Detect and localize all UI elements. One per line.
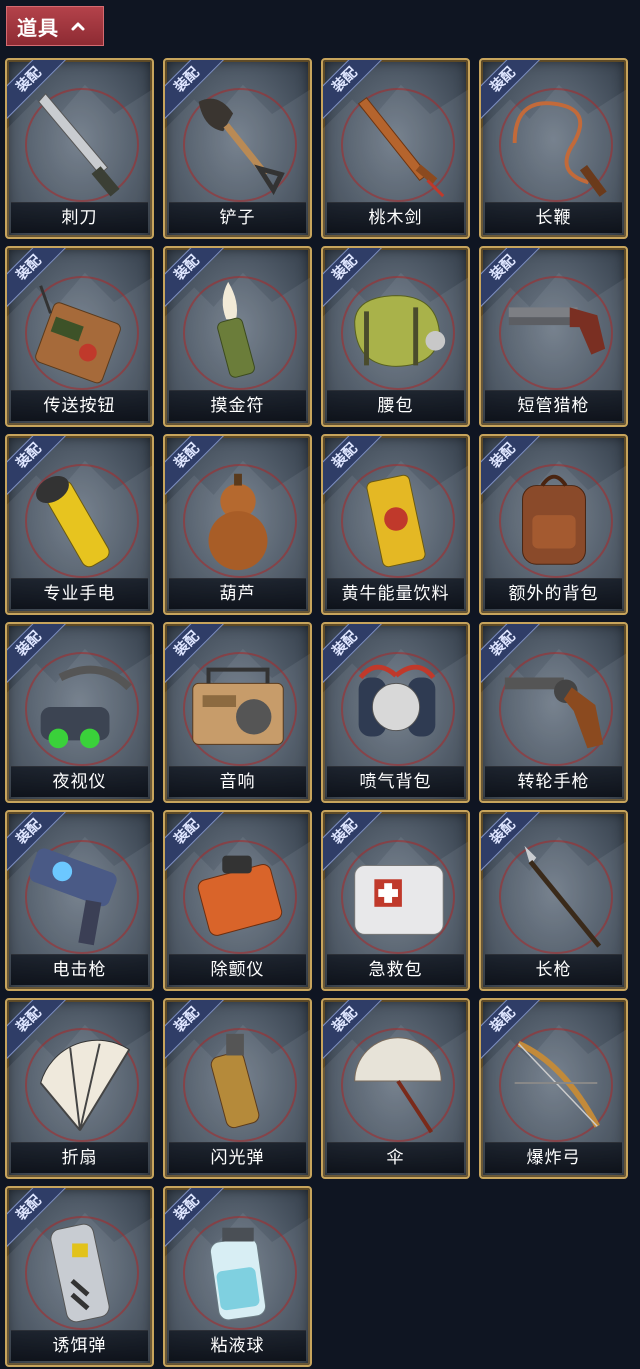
item-card[interactable]: 装配 长鞭 bbox=[479, 58, 628, 239]
item-card[interactable]: 装配 刺刀 bbox=[5, 58, 154, 239]
folding-fan-icon bbox=[39, 1039, 131, 1132]
flashlight-icon bbox=[36, 475, 110, 568]
item-card[interactable]: 装配 夜视仪 bbox=[5, 622, 154, 803]
item-card[interactable]: 装配 粘液球 bbox=[163, 1186, 312, 1367]
item-name: 专业手电 bbox=[11, 578, 148, 609]
backpack-icon bbox=[522, 474, 586, 565]
item-name: 长枪 bbox=[485, 954, 622, 985]
item-card[interactable]: 装配 专业手电 bbox=[5, 434, 154, 615]
item-name: 短管猎枪 bbox=[485, 390, 622, 421]
item-name: 夜视仪 bbox=[11, 766, 148, 797]
item-name: 爆炸弓 bbox=[485, 1142, 622, 1173]
item-card[interactable]: 装配 伞 bbox=[321, 998, 470, 1179]
item-name: 长鞭 bbox=[485, 202, 622, 233]
item-card[interactable]: 装配 额外的背包 bbox=[479, 434, 628, 615]
shock-gun-icon bbox=[29, 848, 117, 946]
wooden-sword-icon bbox=[357, 97, 445, 198]
defibrillator-icon bbox=[197, 855, 283, 936]
boombox-icon bbox=[192, 667, 284, 745]
jetpack-icon bbox=[358, 664, 436, 737]
revolver-icon bbox=[504, 677, 604, 749]
item-card[interactable]: 装配 爆炸弓 bbox=[479, 998, 628, 1179]
first-aid-kit-icon bbox=[354, 865, 444, 935]
shovel-icon bbox=[198, 98, 285, 196]
item-name: 急救包 bbox=[327, 954, 464, 985]
item-grid: 装配 刺刀 装配 铲子 装配 桃木剑 装配 长鞭 装配 传送按钮 装配 摸金符 … bbox=[5, 58, 628, 1367]
item-card[interactable]: 装配 腰包 bbox=[321, 246, 470, 427]
item-card[interactable]: 装配 闪光弹 bbox=[163, 998, 312, 1179]
item-card[interactable]: 装配 音响 bbox=[163, 622, 312, 803]
chevron-up-icon bbox=[71, 22, 85, 31]
item-name: 铲子 bbox=[169, 202, 306, 233]
item-name: 粘液球 bbox=[169, 1330, 306, 1361]
item-name: 电击枪 bbox=[11, 954, 148, 985]
item-card[interactable]: 装配 传送按钮 bbox=[5, 246, 154, 427]
items-category-tab[interactable]: 道具 bbox=[6, 6, 104, 46]
item-card[interactable]: 装配 电击枪 bbox=[5, 810, 154, 991]
item-card[interactable]: 装配 长枪 bbox=[479, 810, 628, 991]
whip-icon bbox=[512, 101, 607, 197]
item-card[interactable]: 装配 葫芦 bbox=[163, 434, 312, 615]
item-name: 桃木剑 bbox=[327, 202, 464, 233]
item-card[interactable]: 装配 黄牛能量饮料 bbox=[321, 434, 470, 615]
slime-ball-icon bbox=[209, 1227, 267, 1321]
item-name: 转轮手枪 bbox=[485, 766, 622, 797]
item-name: 摸金符 bbox=[169, 390, 306, 421]
gourd-icon bbox=[208, 473, 268, 571]
talisman-icon bbox=[217, 281, 255, 378]
category-title: 道具 bbox=[17, 15, 59, 40]
item-card[interactable]: 装配 除颤仪 bbox=[163, 810, 312, 991]
item-name: 黄牛能量饮料 bbox=[327, 578, 464, 609]
teleport-button-icon bbox=[35, 285, 121, 384]
umbrella-icon bbox=[354, 1037, 442, 1134]
item-card[interactable]: 装配 诱饵弹 bbox=[5, 1186, 154, 1367]
waist-pack-icon bbox=[354, 295, 446, 367]
item-card[interactable]: 装配 铲子 bbox=[163, 58, 312, 239]
item-name: 音响 bbox=[169, 766, 306, 797]
bow-icon bbox=[514, 1040, 600, 1128]
bayonet-icon bbox=[38, 93, 120, 197]
item-card[interactable]: 装配 桃木剑 bbox=[321, 58, 470, 239]
item-name: 额外的背包 bbox=[485, 578, 622, 609]
sawed-off-shotgun-icon bbox=[508, 307, 606, 355]
item-name: 闪光弹 bbox=[169, 1142, 306, 1173]
item-name: 传送按钮 bbox=[11, 390, 148, 421]
item-name: 诱饵弹 bbox=[11, 1330, 148, 1361]
item-card[interactable]: 装配 转轮手枪 bbox=[479, 622, 628, 803]
item-name: 折扇 bbox=[11, 1142, 148, 1173]
spear-icon bbox=[524, 845, 602, 948]
decoy-grenade-icon bbox=[50, 1223, 110, 1323]
flashbang-icon bbox=[210, 1033, 260, 1129]
item-name: 刺刀 bbox=[11, 202, 148, 233]
item-card[interactable]: 装配 急救包 bbox=[321, 810, 470, 991]
item-card[interactable]: 装配 喷气背包 bbox=[321, 622, 470, 803]
item-name: 除颤仪 bbox=[169, 954, 306, 985]
item-name: 腰包 bbox=[327, 390, 464, 421]
energy-drink-icon bbox=[366, 474, 426, 568]
item-card[interactable]: 装配 短管猎枪 bbox=[479, 246, 628, 427]
item-name: 伞 bbox=[327, 1142, 464, 1173]
item-card[interactable]: 装配 摸金符 bbox=[163, 246, 312, 427]
night-vision-icon bbox=[40, 665, 132, 749]
item-name: 喷气背包 bbox=[327, 766, 464, 797]
item-card[interactable]: 装配 折扇 bbox=[5, 998, 154, 1179]
item-name: 葫芦 bbox=[169, 578, 306, 609]
